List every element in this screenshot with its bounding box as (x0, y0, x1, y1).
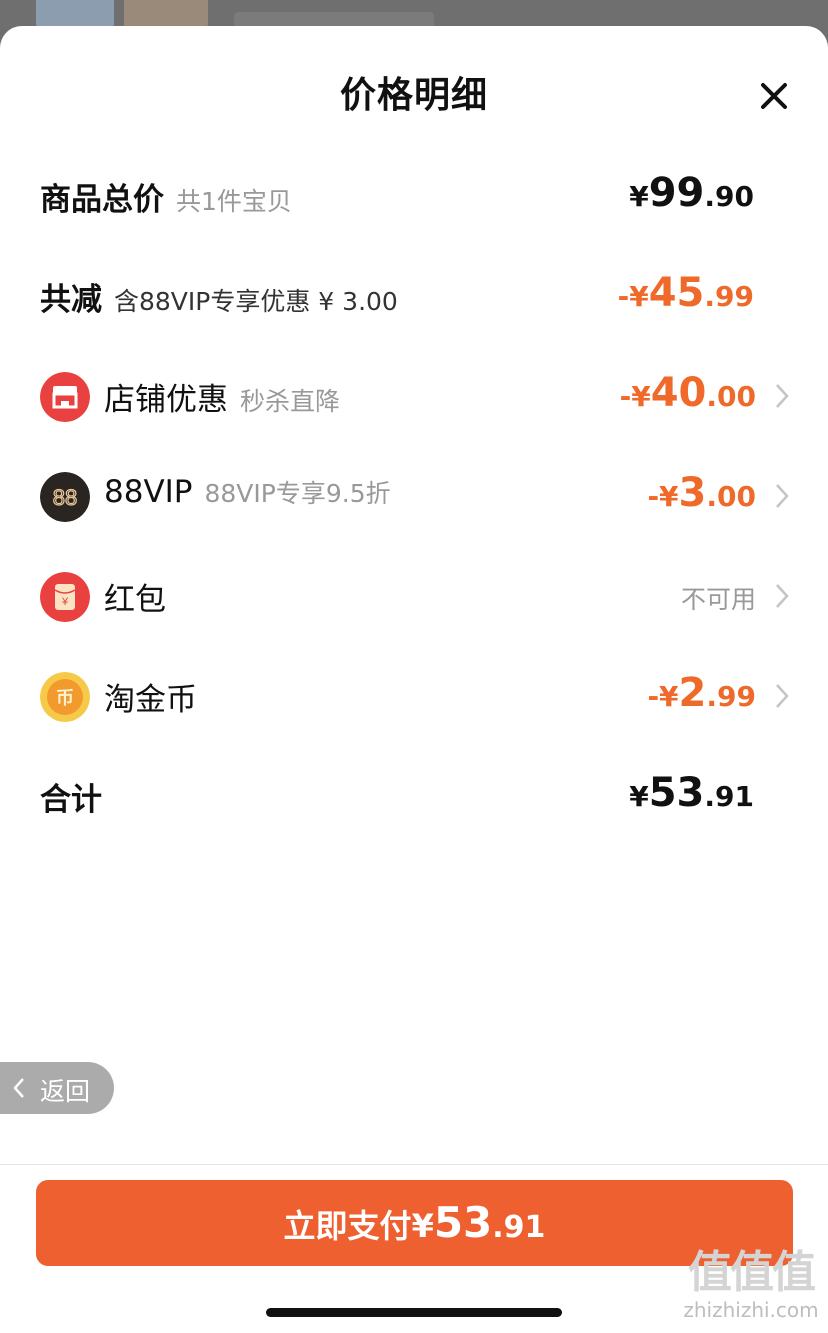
background-thumbnail (124, 0, 208, 28)
site-watermark: 值值值 zhizhizhi.com (676, 1247, 826, 1323)
row-sub: 88VIP专享9.5折 (204, 479, 391, 508)
row-label: 合计 (40, 782, 102, 818)
row-label: 淘金币 (104, 682, 197, 718)
close-icon[interactable] (752, 74, 796, 118)
coins-amount: -¥2.99 (647, 670, 756, 716)
goods-total-amount: ¥99.90 (629, 170, 754, 216)
total-reduce-amount: -¥45.99 (617, 270, 754, 316)
row-shop-discount[interactable]: 店铺优惠 秒杀直降 -¥40.00 (0, 366, 828, 426)
watermark-logo: 值值值 (688, 1247, 816, 1298)
chevron-left-icon (13, 1078, 24, 1098)
red-packet-status: 不可用 (680, 585, 756, 614)
row-sub: 秒杀直降 (240, 387, 341, 416)
88vip-amount: -¥3.00 (647, 470, 756, 516)
row-label: 共减 含88VIP专享优惠 ¥ 3.00 (40, 282, 398, 318)
subtotal-amount: ¥53.91 (629, 770, 754, 816)
chevron-right-icon (776, 384, 789, 408)
chevron-right-icon (776, 484, 789, 508)
row-subtotal: 合计 ¥53.91 (0, 766, 828, 826)
row-label: 商品总价 共1件宝贝 (40, 182, 292, 218)
row-total-reduce: 共减 含88VIP专享优惠 ¥ 3.00 -¥45.99 (0, 266, 828, 326)
sheet-title: 价格明细 (339, 75, 488, 116)
svg-text:币: 币 (56, 688, 74, 709)
svg-text:¥: ¥ (61, 596, 69, 608)
chevron-right-icon (776, 584, 789, 608)
home-indicator (266, 1308, 562, 1317)
taojinbi-coin-icon: 币 (40, 672, 90, 722)
red-packet-icon: ¥ (40, 572, 90, 622)
back-button[interactable]: 返回 (0, 1062, 114, 1114)
price-detail-sheet: 价格明细 商品总价 共1件宝贝 ¥99.90 共减 含88VIP专享优惠 ¥ 3.0… (0, 26, 828, 1333)
row-label: 店铺优惠 秒杀直降 (104, 382, 341, 418)
row-sub: 含88VIP专享优惠 ¥ 3.00 (114, 287, 398, 316)
shop-icon (40, 372, 90, 422)
watermark-url: zhizhizhi.com (683, 1298, 819, 1322)
row-sub: 共1件宝贝 (176, 187, 292, 216)
footer-divider (0, 1164, 828, 1165)
row-red-packet[interactable]: ¥ 红包 不可用 (0, 566, 828, 626)
88vip-icon: 88 (40, 472, 90, 522)
row-coins[interactable]: 币 淘金币 -¥2.99 (0, 666, 828, 726)
row-label: 88VIP 88VIP专享9.5折 (104, 474, 391, 510)
chevron-right-icon (776, 684, 789, 708)
svg-text:88: 88 (53, 485, 77, 510)
row-88vip[interactable]: 88 88VIP 88VIP专享9.5折 -¥3.00 (0, 466, 828, 526)
row-label: 红包 (104, 582, 166, 618)
shop-discount-amount: -¥40.00 (619, 370, 756, 416)
background-thumbnail (36, 0, 114, 28)
row-total-goods: 商品总价 共1件宝贝 ¥99.90 (0, 166, 828, 226)
back-label: 返回 (40, 1077, 91, 1106)
